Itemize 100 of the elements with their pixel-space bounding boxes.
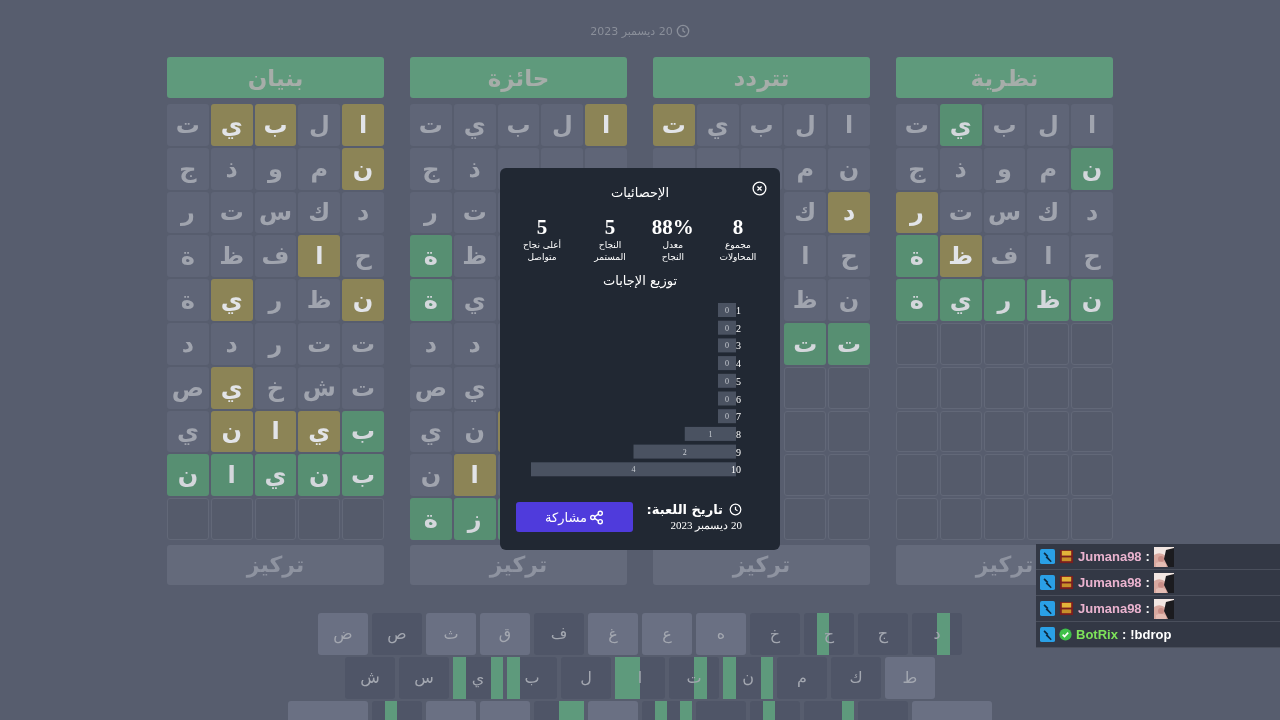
letter-tile: ن: [210, 410, 253, 453]
keyboard-key[interactable]: ف: [534, 612, 584, 655]
letter-tile: ا: [828, 104, 870, 146]
stat-label: النجاح المستمر: [593, 239, 627, 263]
stat-label: أعلى نجاح متواصل: [522, 239, 563, 263]
keyboard-key[interactable]: م: [777, 656, 827, 699]
letter-tile: ذ: [210, 147, 253, 190]
keyboard-key[interactable]: ا: [615, 656, 665, 699]
letter-tile: و: [254, 147, 297, 190]
answer-banner: نظرية: [896, 57, 1113, 98]
letter-tile: ف: [254, 235, 297, 278]
letter-tile: ن: [453, 410, 496, 453]
keyboard-key[interactable]: ط: [885, 656, 935, 699]
category-label: 1: [736, 305, 741, 316]
share-icon: [589, 509, 604, 525]
letter-tile: ي: [210, 366, 253, 409]
letter-tile: ت: [828, 323, 870, 365]
chat-username[interactable]: Jumana98: [1078, 601, 1142, 616]
keyboard-key[interactable]: ي: [453, 656, 503, 699]
letter-tile: ب: [342, 410, 384, 453]
letter-tile: ن: [828, 279, 870, 321]
letter-tile: ت: [210, 191, 253, 234]
letter-tile: ا: [1027, 235, 1070, 278]
keyboard-key[interactable]: ق: [480, 612, 530, 655]
letter-tile: ت: [298, 323, 341, 365]
date-label: تاريخ اللعبة:: [646, 502, 723, 517]
letter-tile: ب: [254, 104, 297, 146]
letter-tile: ي: [254, 454, 297, 497]
chat-username[interactable]: BotRix: [1076, 627, 1118, 642]
answer-banner: تتردد: [653, 57, 870, 98]
keyboard-key[interactable]: غ: [588, 612, 638, 655]
letter-tile: ف: [983, 235, 1026, 278]
keyboard-key[interactable]: ج: [858, 612, 908, 655]
letter-tile: ن: [1071, 279, 1113, 321]
letter-tile: ص: [167, 366, 209, 409]
chart-bar: [718, 409, 736, 424]
badge-icon: [1059, 601, 1074, 616]
bar-value: 0: [725, 359, 729, 369]
letter-tile: ا: [298, 235, 341, 278]
letter-tile: ن: [410, 454, 452, 497]
letter-tile: ح: [1071, 235, 1113, 278]
letter-tile: ن: [828, 147, 870, 190]
stat-label: معدل النجاح: [660, 239, 685, 263]
letter-tile: ا: [453, 454, 496, 497]
keyboard-key[interactable]: ن: [723, 656, 773, 699]
bar-value: 0: [725, 394, 729, 404]
clock-icon: [729, 503, 742, 516]
letter-tile: ذ: [453, 147, 496, 190]
category-label: 10: [731, 464, 741, 476]
category-label: 6: [736, 393, 741, 405]
letter-tile: ي: [210, 104, 253, 146]
letter-tile: م: [784, 147, 827, 190]
letter-tile: ي: [298, 410, 341, 453]
letter-tile: ا: [1071, 104, 1113, 146]
letter-tile: ا: [254, 410, 297, 453]
keyboard-key[interactable]: ب: [507, 656, 557, 699]
badge-icon: [1059, 575, 1074, 590]
letter-tile: ظ: [1027, 279, 1070, 321]
keyboard-key[interactable]: خ: [750, 612, 800, 655]
category-label: 4: [736, 358, 741, 370]
stat-value: 88%: [651, 215, 694, 239]
letter-tile: ج: [167, 147, 209, 190]
letter-tile: ت: [453, 191, 496, 234]
keyboard-key[interactable]: ث: [426, 612, 476, 655]
game-date: 20 ديسمبر 2023: [670, 519, 742, 532]
close-icon[interactable]: [752, 181, 767, 196]
keyboard-key[interactable]: ش: [345, 656, 395, 699]
letter-tile: ي: [939, 279, 982, 321]
letter-tile: ة: [410, 498, 452, 540]
keyboard-key[interactable]: ت: [669, 656, 719, 699]
letter-tile: ص: [410, 366, 452, 409]
letter-tile: د: [410, 323, 452, 365]
letter-tile: ن: [167, 454, 209, 497]
letter-tile: م: [1027, 147, 1070, 190]
keyboard-key[interactable]: س: [399, 656, 449, 699]
letter-tile: ت: [653, 104, 695, 146]
letter-tile: م: [298, 147, 341, 190]
letter-tile: ج: [896, 147, 938, 190]
chat-message: !bdrop: [1130, 627, 1172, 642]
keyboard-key[interactable]: ك: [831, 656, 881, 699]
keyboard-key[interactable]: ض: [318, 612, 368, 655]
keyboard-key[interactable]: ع: [642, 612, 692, 655]
keyboard-key[interactable]: ه: [696, 612, 746, 655]
keyboard-key[interactable]: ل: [561, 656, 611, 699]
letter-tile: ي: [210, 279, 253, 321]
chart-bar: [718, 391, 736, 406]
letter-tile: ذ: [939, 147, 982, 190]
letter-tile: ر: [254, 323, 297, 365]
bar-value: 0: [725, 306, 729, 315]
chat-separator: :: [1121, 627, 1127, 642]
share-button[interactable]: مشاركة: [516, 502, 633, 532]
letter-tile: ي: [453, 279, 496, 321]
hammer-icon: [1040, 601, 1055, 616]
letter-tile: ب: [497, 104, 540, 146]
chart-bar: [718, 320, 736, 335]
letter-tile: ة: [410, 235, 452, 278]
keyboard-key[interactable]: ص: [372, 612, 422, 655]
category-label: 5: [736, 375, 741, 387]
letter-tile: ل: [784, 104, 827, 146]
stat-label: مجموع المحاولات: [718, 239, 758, 263]
